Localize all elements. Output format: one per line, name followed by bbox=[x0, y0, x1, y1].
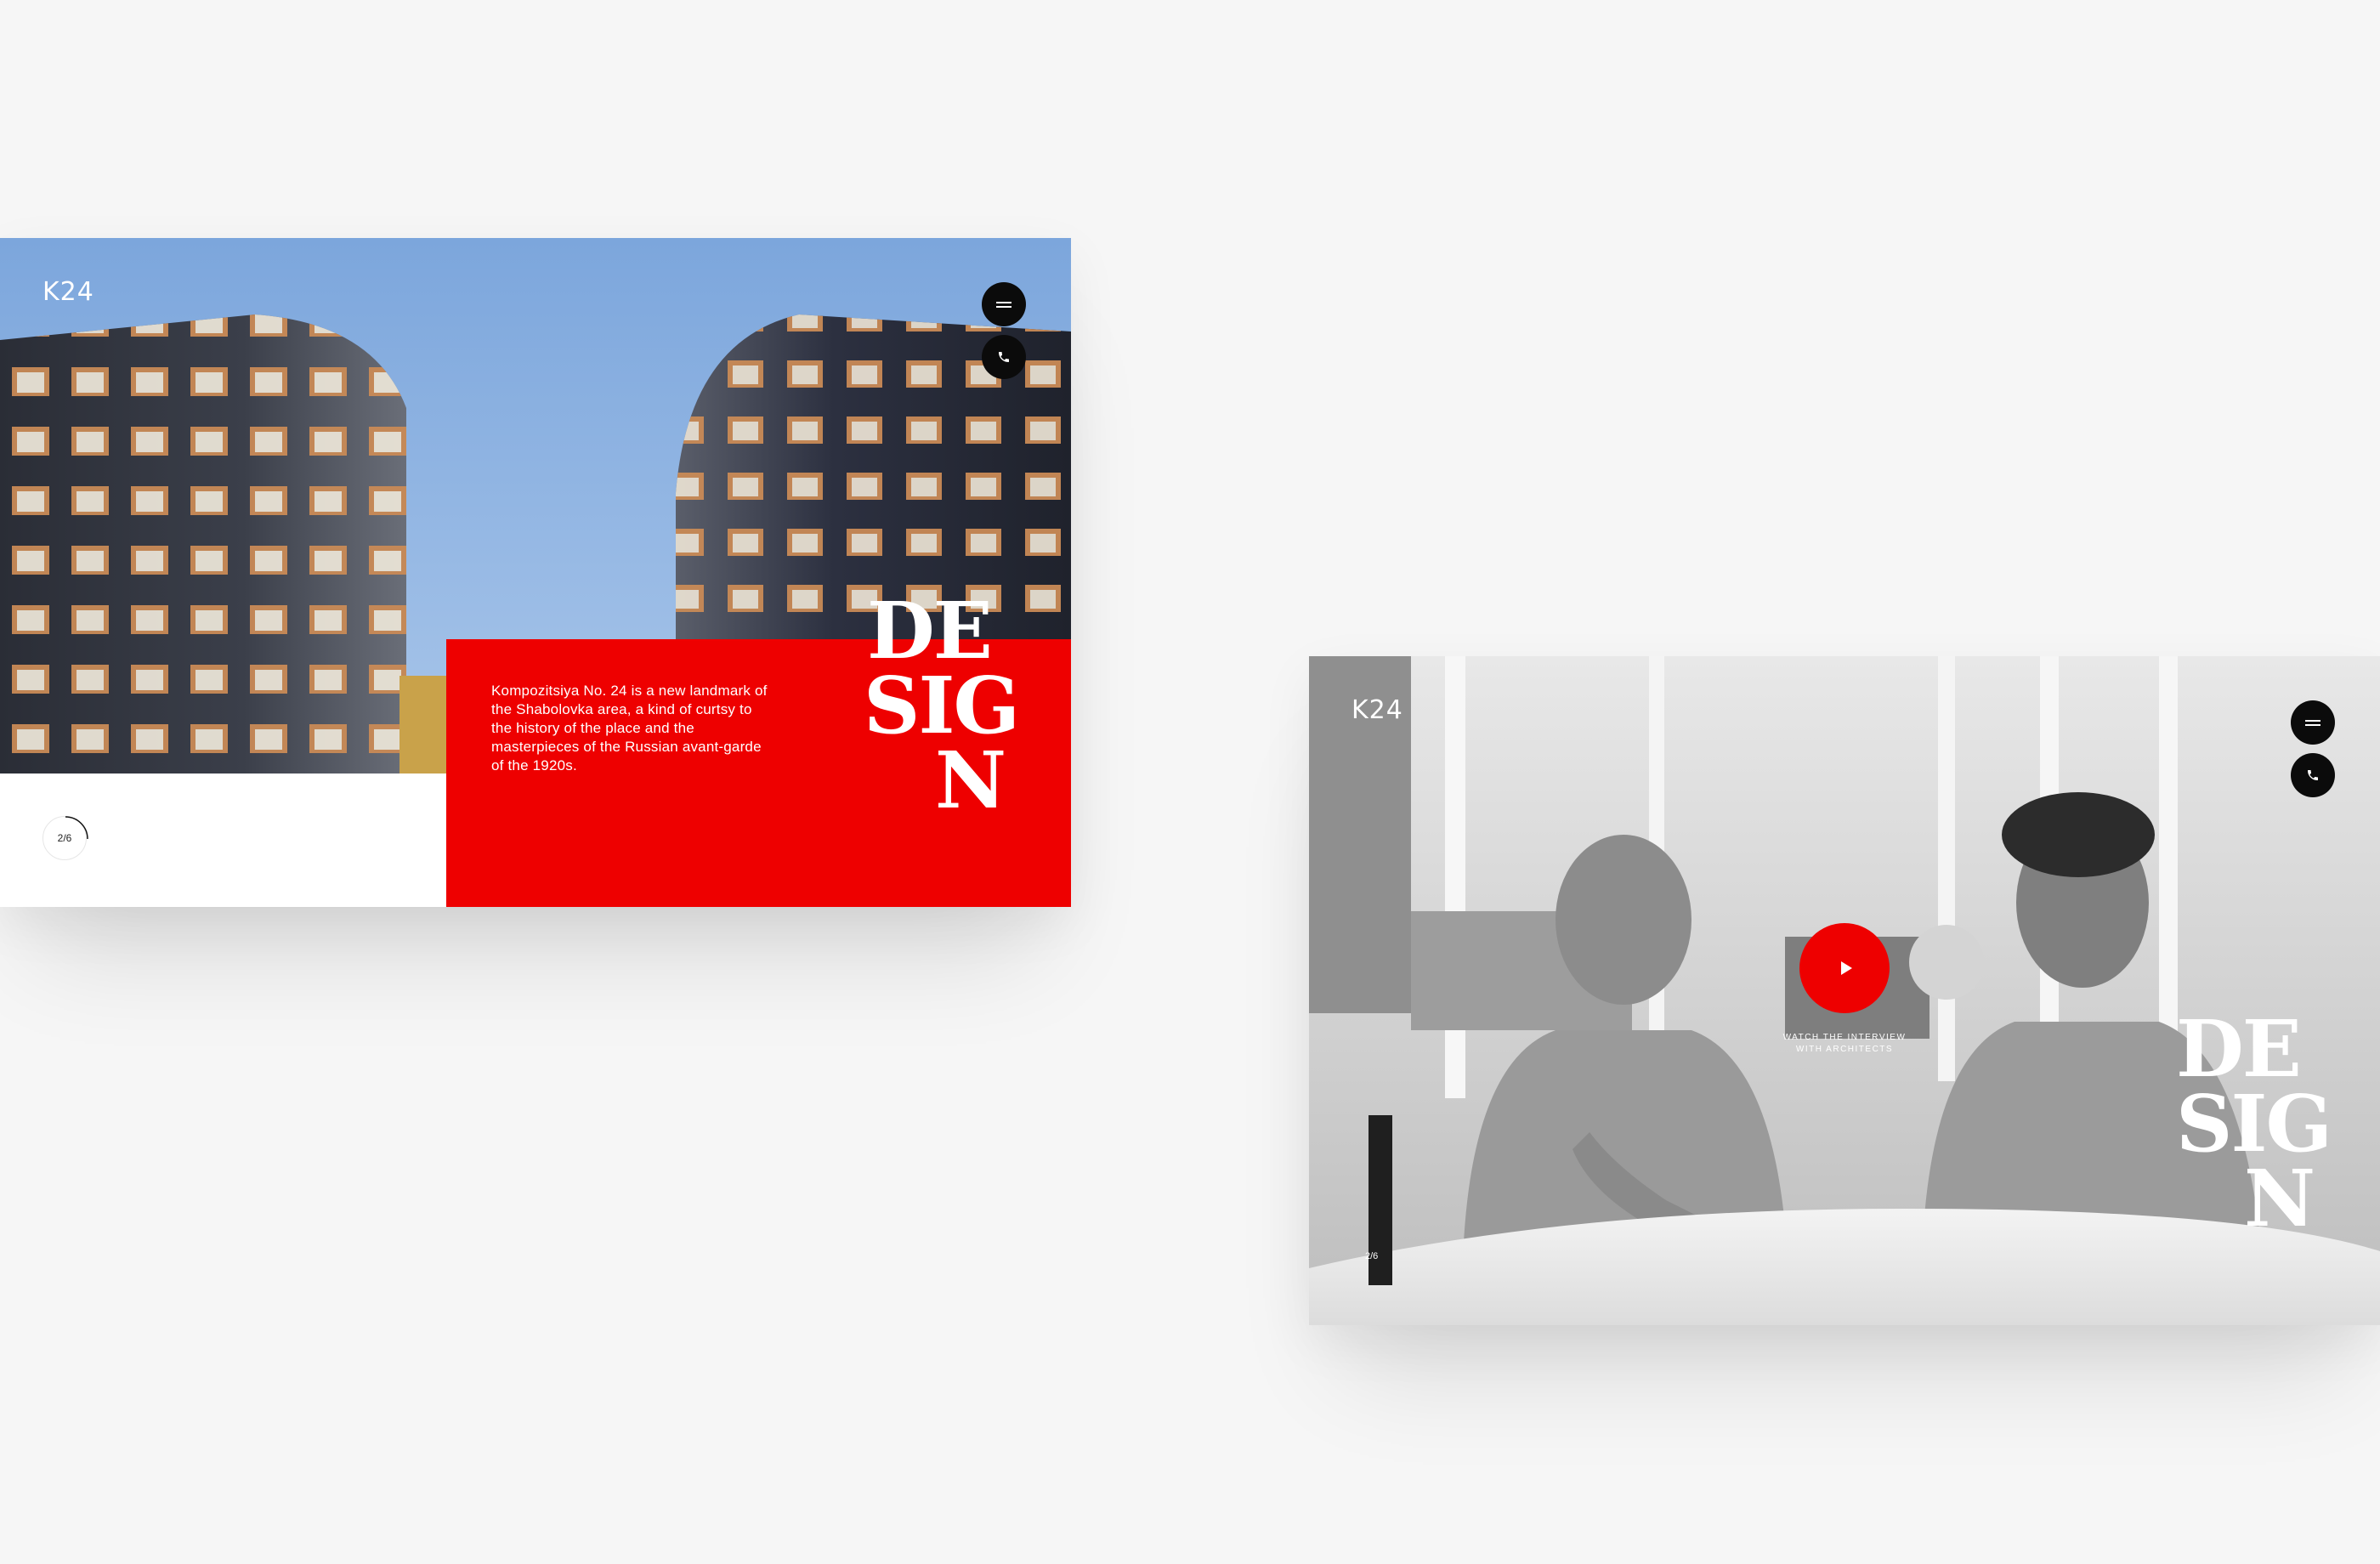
menu-icon bbox=[996, 301, 1012, 308]
progress-ring-icon bbox=[65, 816, 88, 840]
heading-line-2: SIG bbox=[2176, 1078, 2332, 1170]
phone-icon bbox=[999, 352, 1009, 362]
heading-line-2: SIG bbox=[864, 660, 1020, 751]
interview-slide-screen: K24 WATCH THE INTERVIEW WITH ARCHITECTS … bbox=[1309, 656, 2380, 1325]
phone-button[interactable] bbox=[2291, 753, 2335, 797]
slide-counter[interactable]: 2/6 bbox=[1365, 1251, 1378, 1261]
menu-button[interactable] bbox=[2291, 700, 2335, 745]
section-heading-design: DE SIG N bbox=[2176, 1003, 2332, 1244]
section-heading-design: DE SIG N bbox=[864, 585, 1020, 826]
play-icon bbox=[1840, 961, 1852, 975]
menu-button[interactable] bbox=[982, 282, 1026, 326]
design-slide-screen: K24 2/6 Kompozitsiya No. 24 is a new lan… bbox=[0, 238, 1071, 907]
heading-line-3: N bbox=[935, 734, 1006, 826]
phone-icon bbox=[2308, 770, 2318, 780]
watch-caption-line-1: WATCH THE INTERVIEW bbox=[1782, 1033, 1907, 1042]
watch-interview-caption[interactable]: WATCH THE INTERVIEW WITH ARCHITECTS bbox=[1760, 1032, 1930, 1056]
heading-line-1: DE bbox=[867, 585, 993, 677]
k24-logo[interactable]: K24 bbox=[1352, 695, 1403, 725]
k24-logo[interactable]: K24 bbox=[42, 277, 94, 307]
play-interview-button[interactable] bbox=[1799, 923, 1890, 1013]
slide-counter[interactable]: 2/6 bbox=[42, 816, 88, 860]
heading-line-3: N bbox=[2244, 1153, 2315, 1244]
watch-caption-line-2: WITH ARCHITECTS bbox=[1795, 1045, 1894, 1054]
project-description: Kompozitsiya No. 24 is a new landmark of… bbox=[491, 683, 768, 774]
heading-line-1: DE bbox=[2176, 1003, 2302, 1095]
phone-button[interactable] bbox=[982, 335, 1026, 379]
menu-icon bbox=[2305, 719, 2320, 726]
